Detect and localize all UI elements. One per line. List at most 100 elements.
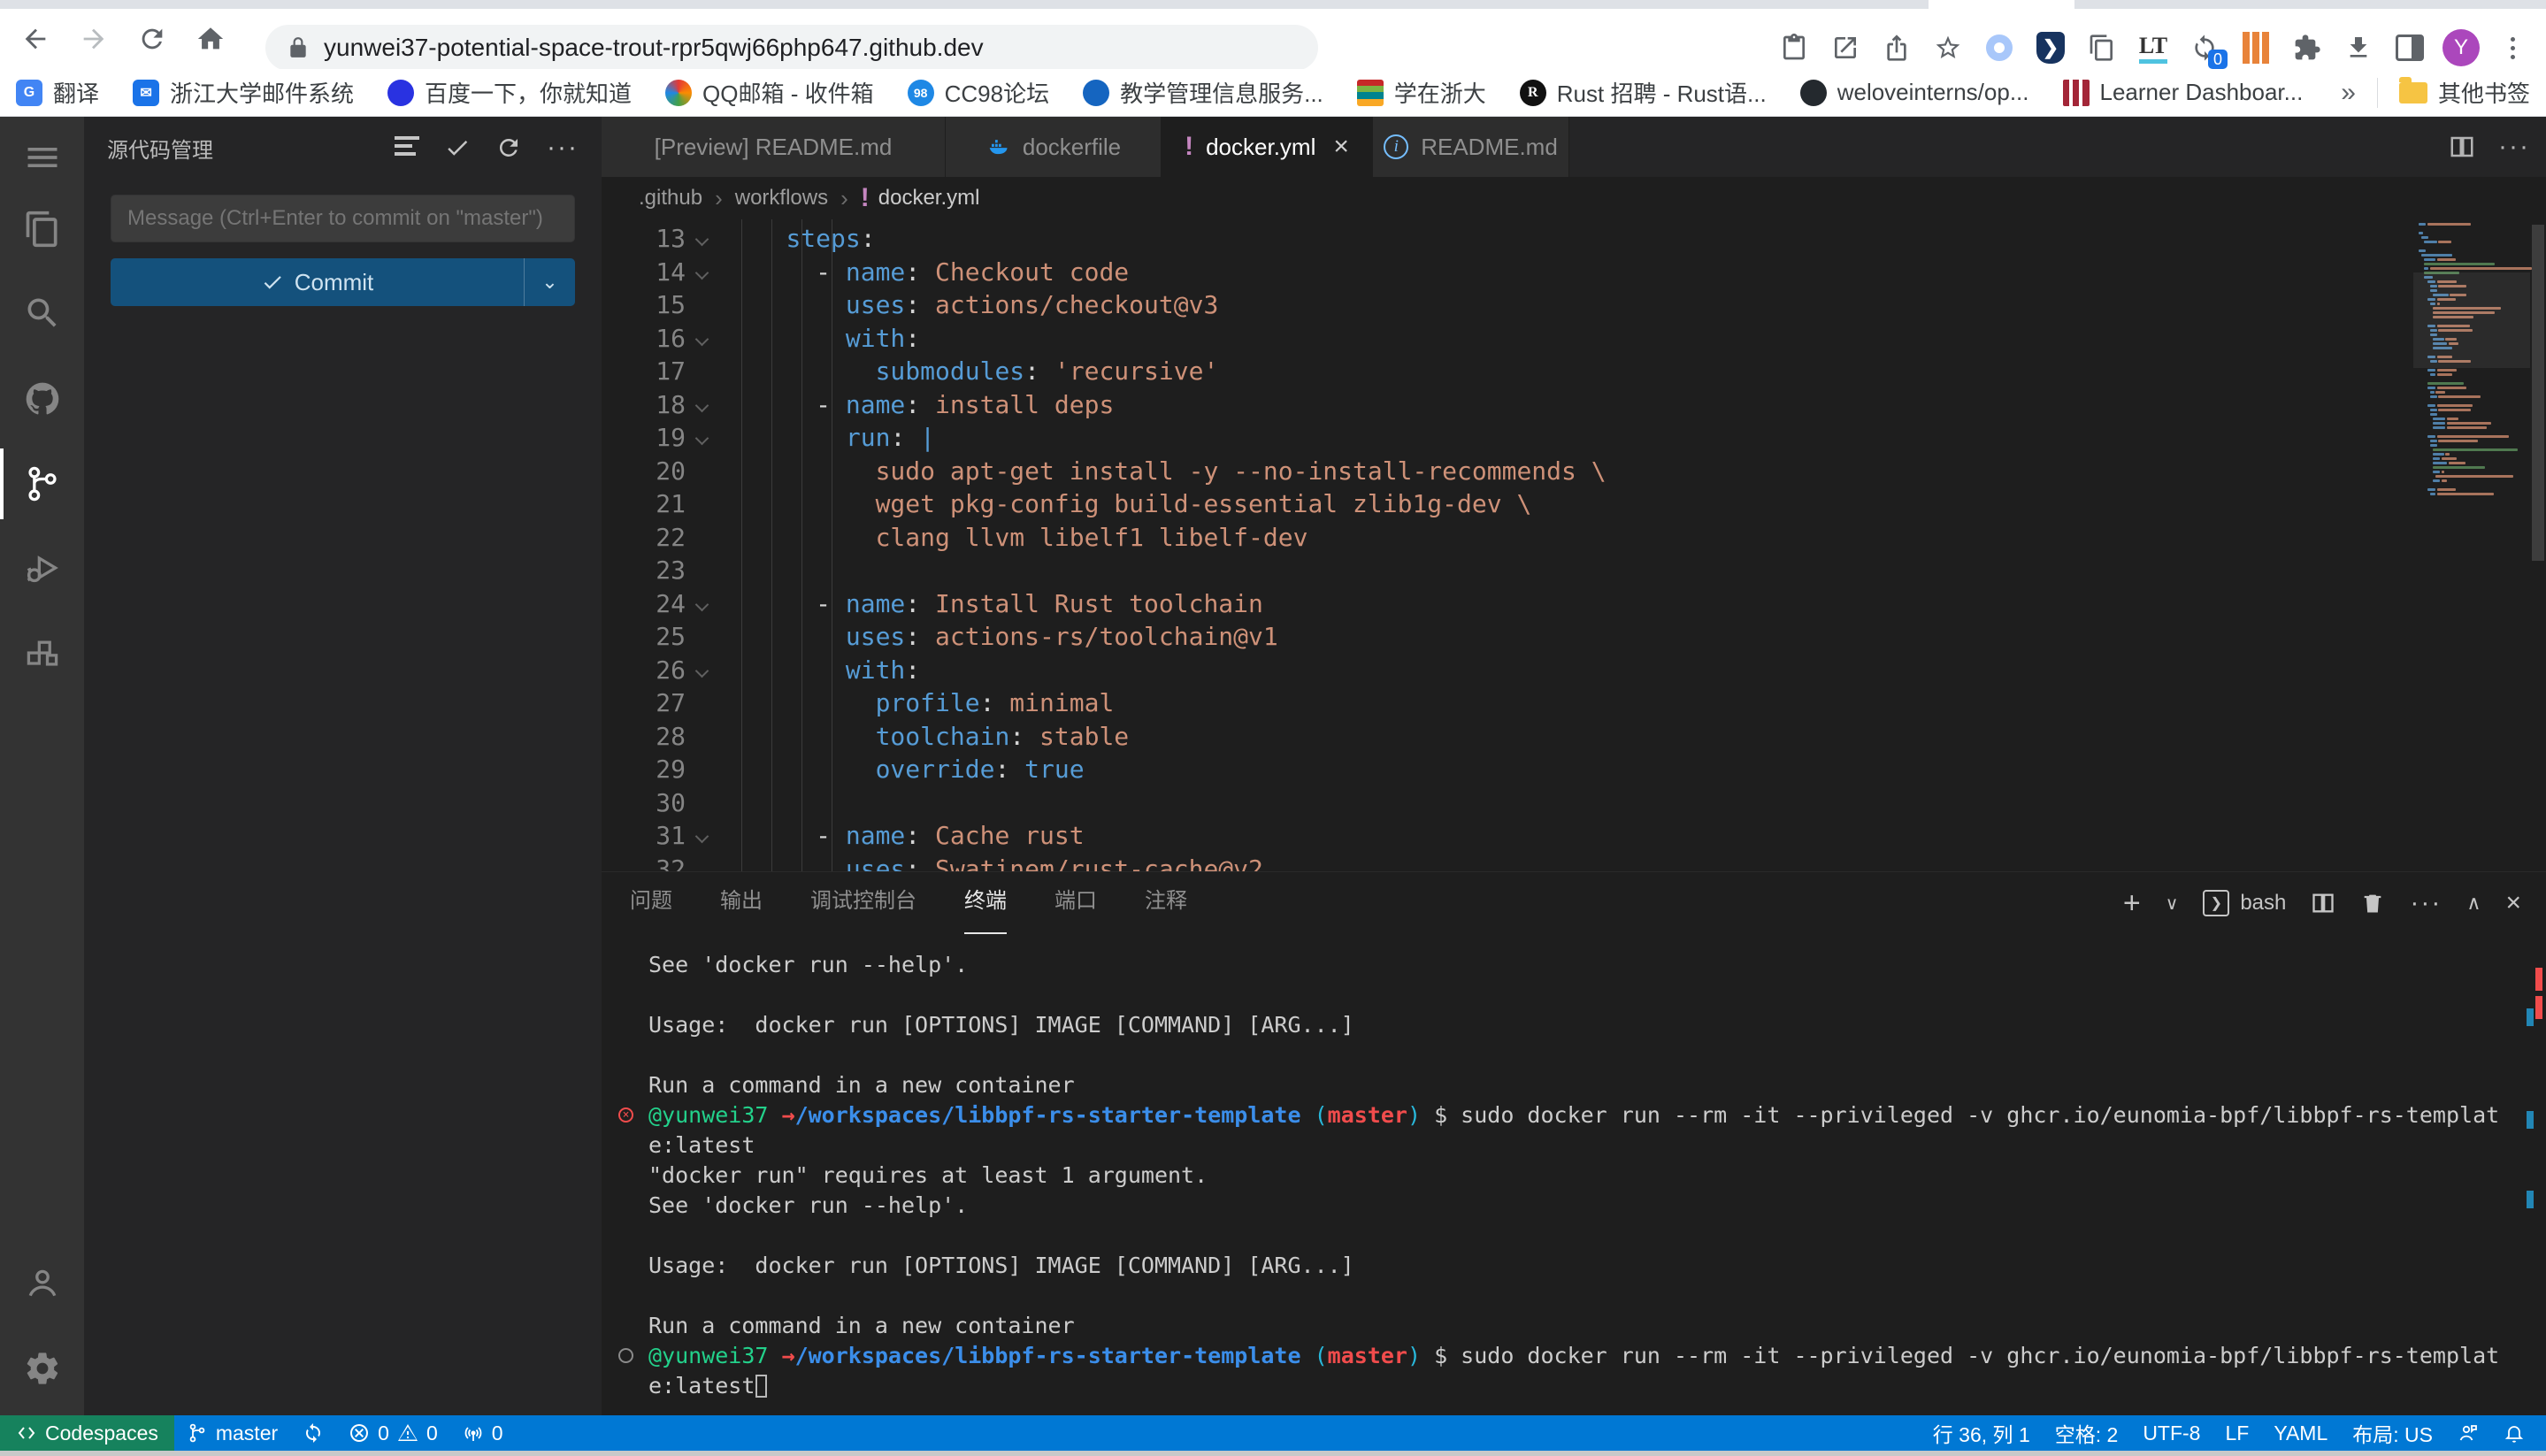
- other-bookmarks-button[interactable]: 其他书签: [2399, 76, 2530, 109]
- panel-tab-终端[interactable]: 终端: [964, 872, 1007, 934]
- bookmark-item[interactable]: 98CC98论坛: [908, 76, 1049, 109]
- code-line[interactable]: 29 override: true: [602, 753, 2413, 786]
- sync-button[interactable]: [290, 1415, 336, 1451]
- code-line[interactable]: 24 - name: Install Rust toolchain: [602, 587, 2413, 621]
- keyboard-layout[interactable]: 布局: US: [2340, 1415, 2445, 1451]
- encoding-setting[interactable]: UTF-8: [2130, 1415, 2212, 1451]
- bookmark-item[interactable]: RRust 招聘 - Rust语...: [1520, 76, 1767, 109]
- terminal-content[interactable]: See 'docker run --help'.Usage: docker ru…: [602, 934, 2523, 1456]
- search-icon[interactable]: [0, 278, 84, 349]
- forward-button[interactable]: [71, 16, 117, 62]
- bookmarks-overflow-chevron[interactable]: »: [2341, 78, 2356, 108]
- extensions-puzzle-icon[interactable]: [2288, 28, 2327, 67]
- extensions-icon[interactable]: [0, 618, 84, 689]
- bookmark-item[interactable]: 学在浙大: [1357, 76, 1486, 109]
- tab-readme-md[interactable]: iREADME.md: [1373, 117, 1569, 177]
- address-bar[interactable]: yunwei37-potential-space-trout-rpr5qwj66…: [265, 25, 1318, 71]
- code-line[interactable]: 15 uses: actions/checkout@v3: [602, 288, 2413, 322]
- bookmark-item[interactable]: 百度一下，你就知道: [387, 76, 632, 109]
- new-terminal-icon[interactable]: +: [2123, 886, 2141, 921]
- breadcrumb[interactable]: .github › workflows › ! docker.yml: [602, 177, 2546, 219]
- extension-copy-icon[interactable]: [2082, 28, 2121, 67]
- problems-indicator[interactable]: 0 0: [336, 1415, 450, 1451]
- fold-chevron-icon[interactable]: [695, 333, 708, 346]
- tab--preview-readme-md[interactable]: [Preview] README.md: [602, 117, 946, 177]
- run-debug-icon[interactable]: [0, 533, 84, 603]
- bookmark-item[interactable]: ✉浙江大学邮件系统: [133, 76, 354, 109]
- fold-chevron-icon[interactable]: [695, 267, 708, 280]
- fold-chevron-icon[interactable]: [695, 665, 708, 678]
- editor-more-actions-icon[interactable]: ···: [2498, 132, 2530, 162]
- remote-indicator[interactable]: Codespaces: [0, 1415, 174, 1451]
- fold-chevron-icon[interactable]: [695, 599, 708, 611]
- breadcrumb-folder[interactable]: .github: [639, 186, 702, 211]
- code-line[interactable]: 18 - name: install deps: [602, 388, 2413, 422]
- close-panel-icon[interactable]: ×: [2505, 888, 2521, 918]
- bookmark-item[interactable]: weloveinterns/op...: [1800, 79, 2029, 106]
- downloads-icon[interactable]: [2339, 28, 2378, 67]
- profile-avatar[interactable]: Y: [2442, 28, 2481, 67]
- extension-columns-icon[interactable]: [2236, 28, 2275, 67]
- view-as-list-icon[interactable]: [395, 136, 419, 160]
- code-line[interactable]: 25 uses: actions-rs/toolchain@v1: [602, 620, 2413, 654]
- back-button[interactable]: [12, 16, 58, 62]
- code-line[interactable]: 21 wget pkg-config build-essential zlib1…: [602, 487, 2413, 521]
- code-line[interactable]: 22 clang llvm libelf1 libelf-dev: [602, 521, 2413, 555]
- panel-tab-调试控制台[interactable]: 调试控制台: [810, 872, 916, 934]
- code-line[interactable]: 14 - name: Checkout code: [602, 256, 2413, 289]
- extension-sync-icon[interactable]: 0: [2185, 28, 2224, 67]
- open-in-new-icon[interactable]: [1826, 28, 1865, 67]
- code-line[interactable]: 28 toolchain: stable: [602, 720, 2413, 754]
- extension-languagetool-icon[interactable]: LT: [2134, 28, 2173, 67]
- eol-setting[interactable]: LF: [2212, 1415, 2261, 1451]
- cursor-position[interactable]: 行 36, 列 1: [1921, 1415, 2043, 1451]
- bookmark-star-icon[interactable]: [1929, 28, 1967, 67]
- close-tab-icon[interactable]: ×: [1333, 132, 1349, 162]
- extension-shield-icon[interactable]: ❯: [2031, 28, 2070, 67]
- feedback-button[interactable]: [2445, 1415, 2491, 1451]
- breadcrumb-folder[interactable]: workflows: [735, 186, 828, 211]
- branch-indicator[interactable]: master: [174, 1415, 290, 1451]
- more-actions-icon[interactable]: ···: [547, 133, 579, 163]
- code-line[interactable]: 30: [602, 786, 2413, 820]
- code-line[interactable]: 13 steps:: [602, 222, 2413, 256]
- split-editor-icon[interactable]: [2449, 134, 2475, 160]
- terminal-instance-bash[interactable]: ❯ bash: [2203, 890, 2286, 916]
- github-icon[interactable]: [0, 364, 84, 434]
- account-icon[interactable]: [0, 1247, 84, 1318]
- panel-tab-注释[interactable]: 注释: [1145, 872, 1187, 934]
- ports-indicator[interactable]: 0: [450, 1415, 516, 1451]
- bookmark-item[interactable]: Learner Dashboar...: [2063, 79, 2304, 106]
- commit-check-icon[interactable]: [444, 134, 471, 161]
- code-line[interactable]: 20 sudo apt-get install -y --no-install-…: [602, 455, 2413, 488]
- terminal-dropdown-chevron[interactable]: ∨: [2166, 893, 2179, 915]
- bookmark-item[interactable]: 教学管理信息服务...: [1083, 76, 1323, 109]
- settings-gear-icon[interactable]: [0, 1333, 84, 1404]
- code-line[interactable]: 16 with:: [602, 322, 2413, 356]
- tab-docker-yml[interactable]: !docker.yml×: [1162, 117, 1373, 177]
- maximize-panel-icon[interactable]: ∧: [2466, 892, 2481, 915]
- commit-button[interactable]: Commit ⌄: [111, 258, 575, 306]
- panel-more-actions-icon[interactable]: ···: [2410, 888, 2442, 918]
- clipboard-icon[interactable]: [1775, 28, 1814, 67]
- commit-message-input[interactable]: [111, 195, 575, 242]
- minimap-viewport[interactable]: [2413, 272, 2530, 368]
- language-mode[interactable]: YAML: [2261, 1415, 2340, 1451]
- code-line[interactable]: 31 - name: Cache rust: [602, 819, 2413, 853]
- share-icon[interactable]: [1877, 28, 1916, 67]
- browser-menu-icon[interactable]: [2493, 28, 2532, 67]
- commit-dropdown-chevron[interactable]: ⌄: [524, 258, 575, 306]
- code-line[interactable]: 17 submodules: 'recursive': [602, 355, 2413, 388]
- indentation-setting[interactable]: 空格: 2: [2043, 1415, 2131, 1451]
- extension-orbit-icon[interactable]: [1980, 28, 2019, 67]
- split-terminal-icon[interactable]: [2311, 891, 2335, 916]
- bookmark-item[interactable]: G翻译: [16, 76, 99, 109]
- side-panel-icon[interactable]: [2390, 28, 2429, 67]
- panel-tab-问题[interactable]: 问题: [630, 872, 672, 934]
- code-line[interactable]: 27 profile: minimal: [602, 686, 2413, 720]
- code-line[interactable]: 23: [602, 554, 2413, 587]
- fold-chevron-icon[interactable]: [695, 831, 708, 843]
- kill-terminal-trash-icon[interactable]: [2360, 891, 2385, 916]
- notifications-button[interactable]: [2491, 1415, 2537, 1451]
- code-line[interactable]: 19 run: |: [602, 421, 2413, 455]
